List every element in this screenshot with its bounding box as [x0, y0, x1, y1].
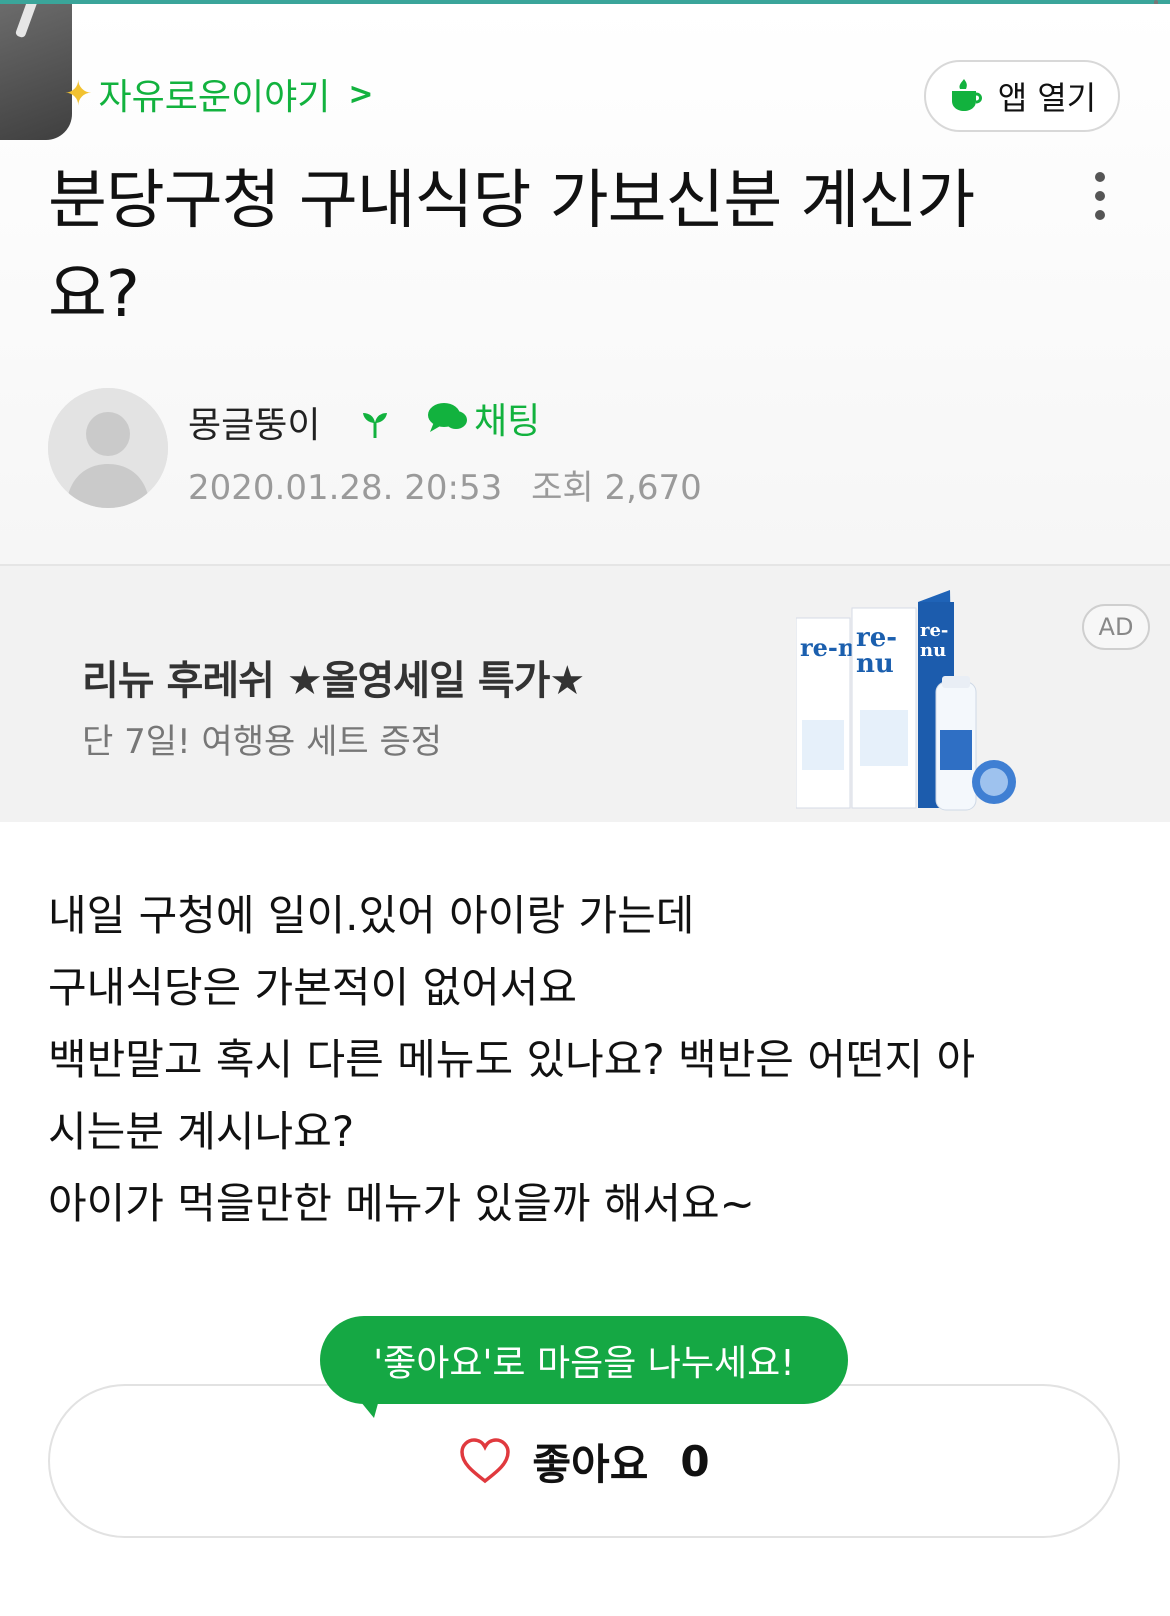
post-meta: 2020.01.28. 20:53 조회 2,670 — [188, 460, 702, 509]
svg-text:re-: re- — [920, 620, 948, 641]
svg-text:nu: nu — [856, 649, 894, 679]
more-options-icon[interactable] — [1088, 172, 1112, 232]
chevron-right-icon: > — [348, 76, 374, 112]
chat-bubble-icon — [428, 403, 467, 432]
body-line: 내일 구청에 일이.있어 아이랑 가는데 — [48, 891, 695, 940]
body-line: 백반말고 혹시 다른 메뉴도 있나요? 백반은 어떤지 아 — [48, 1035, 976, 1084]
post-date: 2020.01.28. 20:53 — [188, 468, 503, 508]
open-app-label: 앱 열기 — [997, 79, 1097, 117]
chat-label: 채팅 — [474, 401, 541, 442]
view-count: 조회 2,670 — [531, 468, 702, 508]
post-title: 분당구청 구내식당 가보신분 계신가요? — [48, 164, 975, 332]
body-line: 아이가 먹을만한 메뉴가 있을까 해서요~ — [48, 1179, 755, 1228]
like-label: 좋아요 — [532, 1439, 649, 1489]
svg-text:nu: nu — [920, 640, 946, 661]
board-link[interactable]: ✦ 자유로운이야기 > — [64, 68, 373, 120]
ad-title: 리뉴 후레쉬 ★올영세일 특가★ — [82, 658, 585, 704]
post-body: 내일 구청에 일이.있어 아이랑 가는데 구내식당은 가본적이 없어서요 백반말… — [48, 880, 1128, 1240]
ad-subtitle: 단 7일! 여행용 세트 증정 — [82, 722, 443, 762]
ad-banner[interactable]: 리뉴 후레쉬 ★올영세일 특가★ 단 7일! 여행용 세트 증정 AD re-n… — [0, 566, 1170, 822]
corner-thumbnail — [0, 4, 72, 140]
heart-icon — [460, 1438, 511, 1484]
tooltip-tail — [356, 1396, 380, 1418]
like-count: 0 — [680, 1436, 710, 1486]
avatar[interactable] — [48, 388, 168, 508]
like-tooltip: '좋아요'로 마음을 나누세요! — [320, 1316, 848, 1404]
renu-product-image: re-nu re- nu re- nu — [796, 590, 1016, 811]
ad-badge[interactable]: AD — [1082, 604, 1150, 650]
sparkle-icon: ✦ — [64, 74, 93, 114]
author-info: 몽글뚱이 채팅 2020.01.28. 20:53 조회 2,670 — [48, 388, 1108, 516]
post-header: ✦ 자유로운이야기 > 앱 열기 분당구청 구내식당 가보신분 계신가요? 몽글… — [0, 4, 1170, 564]
author-nickname[interactable]: 몽글뚱이 — [188, 396, 320, 448]
cup-icon — [948, 77, 986, 115]
body-line: 시는분 계시나요? — [48, 1107, 355, 1156]
body-line: 구내식당은 가본적이 없어서요 — [48, 963, 578, 1012]
like-button[interactable]: 좋아요 0 — [48, 1384, 1120, 1538]
board-name: 자유로운이야기 — [98, 77, 331, 118]
chat-button[interactable]: 채팅 — [426, 392, 540, 444]
open-app-button[interactable]: 앱 열기 — [924, 60, 1120, 132]
sprout-icon — [363, 413, 387, 438]
